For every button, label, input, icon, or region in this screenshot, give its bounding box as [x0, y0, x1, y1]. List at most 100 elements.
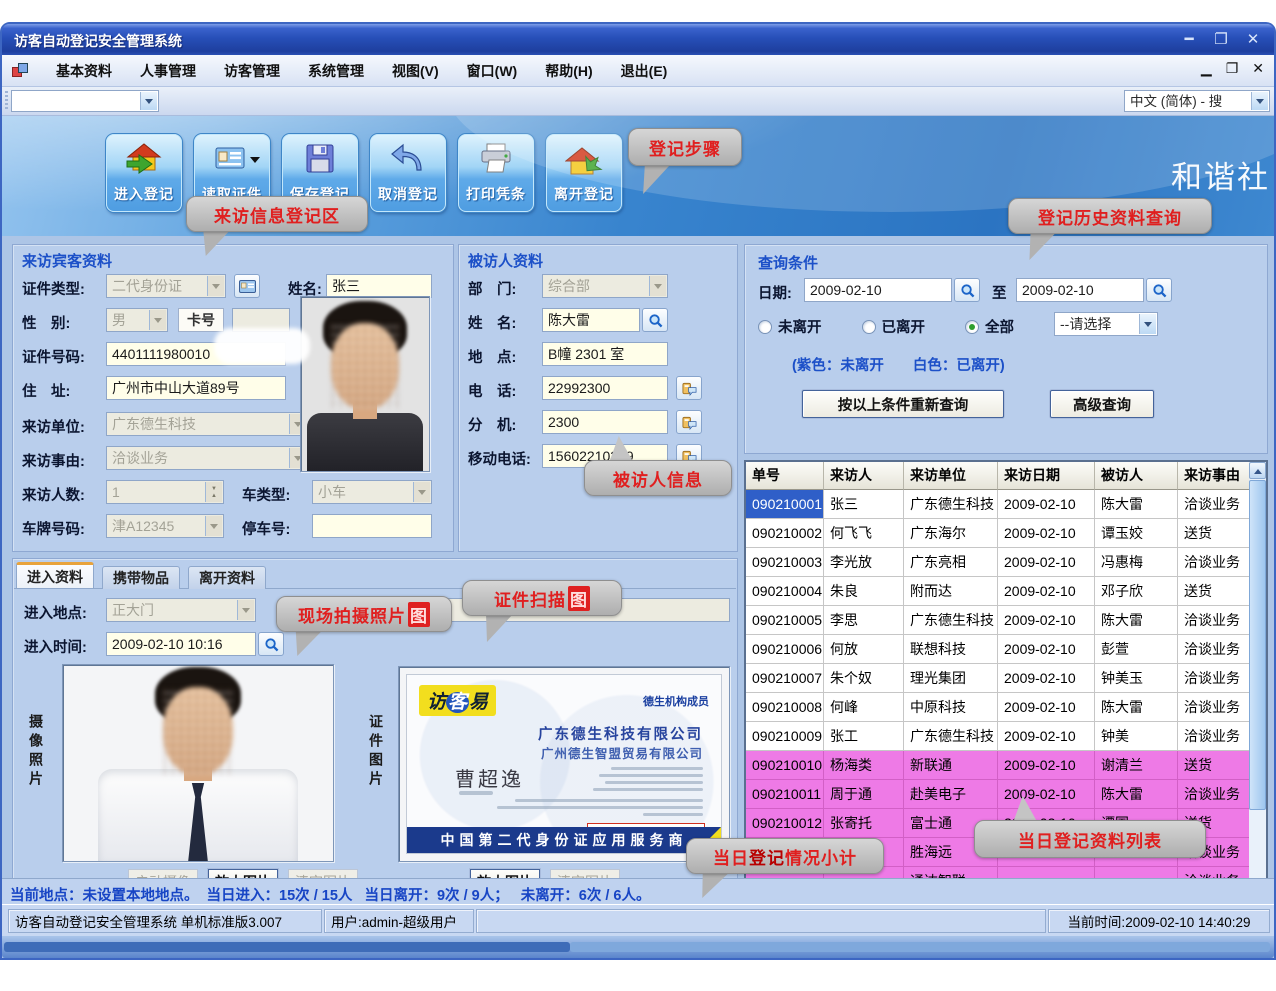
table-row[interactable]: 090210008何峰中原科技2009-02-10陈大雷洽谈业务: [746, 693, 1253, 722]
address-input[interactable]: 广州市中山大道89号: [106, 376, 286, 400]
mdi-restore-icon[interactable]: ❐: [1226, 60, 1239, 77]
table-row[interactable]: 090210009张工广东德生科技2009-02-10钟美洽谈业务: [746, 722, 1253, 751]
table-row[interactable]: 090210002何飞飞广东海尔2009-02-10谭玉姣送货: [746, 519, 1253, 548]
status-select[interactable]: --请选择: [1054, 312, 1158, 336]
gender-combo[interactable]: 男: [106, 308, 168, 332]
chevron-down-icon[interactable]: [140, 92, 157, 110]
menu-bar: 基本资料人事管理访客管理系统管理视图(V)窗口(W)帮助(H)退出(E): [43, 56, 680, 86]
dial-ext-button[interactable]: [676, 410, 702, 434]
vertical-scrollbar[interactable]: [1249, 462, 1266, 896]
card-detail-line: [611, 767, 703, 770]
table-row[interactable]: 090210001张三广东德生科技2009-02-10陈大雷洽谈业务: [746, 490, 1253, 519]
callout-summary: 当日登记情况小计: [686, 838, 884, 874]
phone-input[interactable]: 22992300: [542, 376, 668, 400]
parking-input[interactable]: [312, 514, 432, 538]
column-header[interactable]: 来访单位: [904, 462, 998, 490]
chevron-down-icon: [207, 276, 224, 296]
date-from-input[interactable]: 2009-02-10: [804, 278, 952, 302]
interviewee-name-input[interactable]: 陈大雷: [542, 308, 640, 332]
table-row[interactable]: 090210005李思广东德生科技2009-02-10陈大雷洽谈业务: [746, 606, 1253, 635]
tab-active[interactable]: 进入资料: [16, 562, 94, 588]
dropdown-arrow-icon[interactable]: [250, 157, 260, 168]
entry-place-combo[interactable]: 正大门: [106, 598, 256, 622]
restore-icon[interactable]: ❐: [1210, 29, 1232, 49]
menu-item[interactable]: 视图(V): [379, 56, 452, 86]
column-header[interactable]: 来访事由: [1178, 462, 1253, 490]
table-row[interactable]: 090210007朱个奴理光集团2009-02-10钟美玉洽谈业务: [746, 664, 1253, 693]
mdi-close-icon[interactable]: ✕: [1252, 60, 1264, 77]
entry-time-picker-button[interactable]: [258, 632, 284, 656]
spinner-arrows-icon[interactable]: [205, 482, 222, 502]
close-icon[interactable]: ✕: [1242, 29, 1264, 49]
column-header[interactable]: 单号: [746, 462, 824, 490]
menu-item[interactable]: 访客管理: [211, 56, 293, 86]
table-cell: 2009-02-10: [998, 577, 1095, 606]
table-cell: 送货: [1178, 751, 1253, 780]
quick-select-combo[interactable]: [11, 90, 159, 112]
table-cell: 张三: [824, 490, 904, 519]
requery-button[interactable]: 按以上条件重新查询: [802, 390, 1004, 418]
chevron-down-icon[interactable]: [1139, 314, 1156, 334]
column-header[interactable]: 被访人: [1095, 462, 1178, 490]
card-number-button[interactable]: 卡号: [178, 308, 224, 332]
print-button[interactable]: 打印凭条: [458, 134, 534, 212]
date-to-input[interactable]: 2009-02-10: [1016, 278, 1144, 302]
table-cell: 广东亮相: [904, 548, 998, 577]
menu-item[interactable]: 窗口(W): [454, 56, 531, 86]
reason-combo[interactable]: 洽谈业务: [106, 446, 308, 470]
statusbar-empty: [476, 909, 1046, 933]
table-row[interactable]: 090210011周于通赴美电子2009-02-10陈大雷洽谈业务: [746, 780, 1253, 809]
table-row[interactable]: 090210004朱良附而达2009-02-10邓子欣送货: [746, 577, 1253, 606]
card-reader-button[interactable]: [234, 274, 260, 298]
dial-phone-button[interactable]: [676, 376, 702, 400]
people-stepper[interactable]: 1: [106, 480, 224, 504]
vehicle-type-value: 小车: [318, 484, 346, 500]
company-combo[interactable]: 广东德生科技: [106, 412, 308, 436]
chevron-down-icon[interactable]: [1251, 92, 1268, 110]
entry-time-input[interactable]: 2009-02-10 10:16: [106, 632, 256, 656]
card-detail-line: [643, 813, 703, 816]
radio-option[interactable]: 未离开: [758, 316, 822, 337]
vehicle-type-combo[interactable]: 小车: [312, 480, 432, 504]
mdi-minimize-icon[interactable]: ▁: [1201, 60, 1212, 77]
advanced-query-button[interactable]: 高级查询: [1050, 390, 1154, 418]
menu-item[interactable]: 基本资料: [43, 56, 125, 86]
privacy-blur: [214, 328, 310, 364]
language-select[interactable]: 中文 (简体) - 搜: [1124, 90, 1270, 112]
table-row[interactable]: 090210003李光放广东亮相2009-02-10冯惠梅洽谈业务: [746, 548, 1253, 577]
table-row[interactable]: 090210010杨海类新联通2009-02-10谢清兰送货: [746, 751, 1253, 780]
tab-inactive[interactable]: 离开资料: [188, 566, 266, 589]
cert-type-combo[interactable]: 二代身份证: [106, 274, 226, 298]
menu-item[interactable]: 人事管理: [127, 56, 209, 86]
table-row[interactable]: 090210006何放联想科技2009-02-10彭萱洽谈业务: [746, 635, 1253, 664]
menu-item[interactable]: 退出(E): [608, 56, 681, 86]
column-header[interactable]: 来访日期: [998, 462, 1095, 490]
dial-icon: [682, 415, 697, 430]
tab-inactive[interactable]: 携带物品: [102, 566, 180, 589]
lookup-person-button[interactable]: [642, 308, 668, 332]
date-from-picker-button[interactable]: [954, 278, 980, 302]
table-cell: 2009-02-10: [998, 635, 1095, 664]
leave-register-button[interactable]: 离开登记: [546, 134, 622, 212]
table-cell: 张工: [824, 722, 904, 751]
radio-option[interactable]: 已离开: [862, 316, 926, 337]
date-to-picker-button[interactable]: [1146, 278, 1172, 302]
enter-register-button[interactable]: 进入登记: [106, 134, 182, 212]
plate-combo[interactable]: 津A12345: [106, 514, 224, 538]
dept-combo[interactable]: 综合部: [542, 274, 668, 298]
column-header[interactable]: 来访人: [824, 462, 904, 490]
scroll-up-icon[interactable]: [1249, 462, 1266, 479]
vscroll-thumb[interactable]: [1249, 480, 1266, 810]
visitor-name-input[interactable]: 张三: [326, 274, 432, 298]
radio-option[interactable]: 全部: [965, 316, 1014, 337]
status-radio-group: 未离开 已离开 全部: [758, 316, 1014, 337]
location-input[interactable]: B幢 2301 室: [542, 342, 668, 366]
menu-item[interactable]: 帮助(H): [532, 56, 605, 86]
menu-item[interactable]: 系统管理: [295, 56, 377, 86]
ext-input[interactable]: 2300: [542, 410, 668, 434]
table-cell: 090210010: [746, 751, 824, 780]
cancel-button[interactable]: 取消登记: [370, 134, 446, 212]
table-cell: 090210003: [746, 548, 824, 577]
toolbar-button-label: 离开登记: [554, 184, 614, 204]
minimize-icon[interactable]: ━: [1178, 29, 1200, 49]
